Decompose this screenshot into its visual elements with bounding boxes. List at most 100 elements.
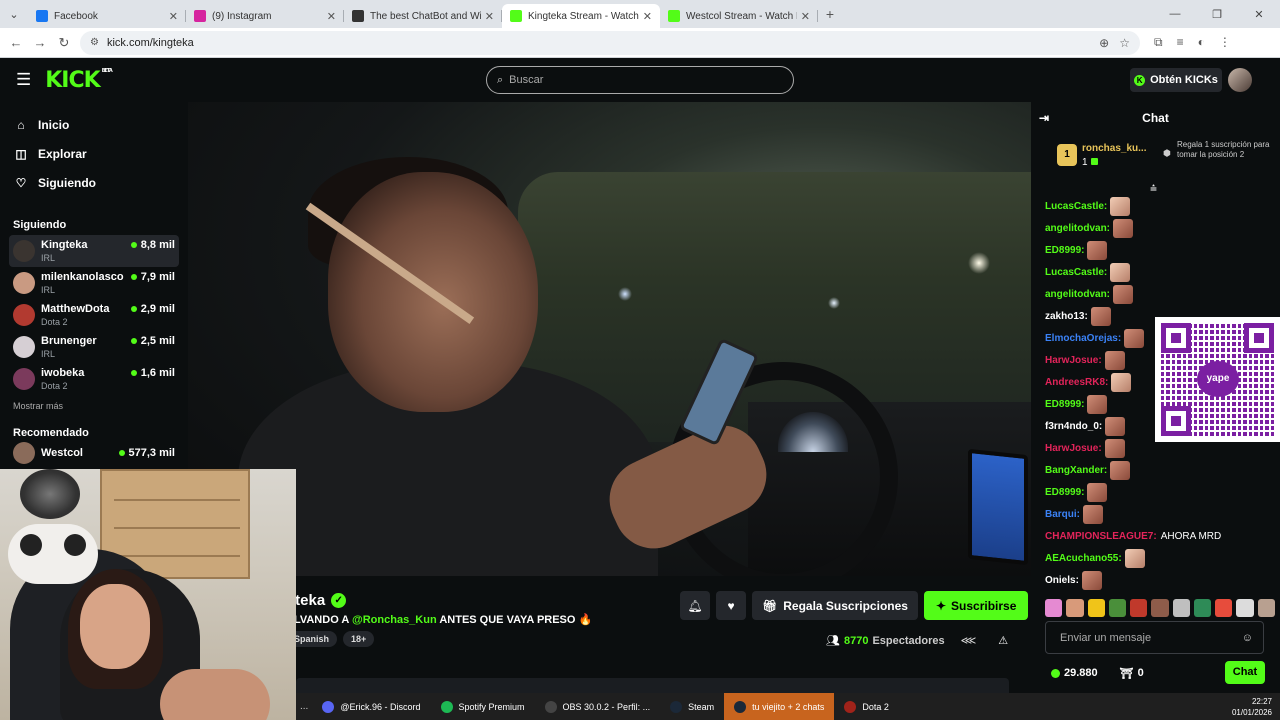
chat-username[interactable]: ED8999: <box>1045 245 1084 256</box>
system-clock[interactable]: 22:27 01/01/2026 <box>1232 696 1280 718</box>
quick-emote[interactable] <box>1151 599 1169 617</box>
quick-emote[interactable] <box>1172 599 1190 617</box>
chat-username[interactable]: CHAMPIONSLEAGUE7: <box>1045 531 1157 542</box>
quick-emote[interactable] <box>1066 599 1084 617</box>
chat-username[interactable]: ED8999: <box>1045 399 1084 410</box>
profile-icon[interactable]: ◐ <box>1198 35 1205 50</box>
channel-points[interactable]: 29.880 <box>1051 667 1098 679</box>
tab-close-icon[interactable]: ✕ <box>169 10 178 23</box>
tab-close-icon[interactable]: ✕ <box>485 10 494 23</box>
taskbar-app[interactable]: Spotify Premium <box>431 693 535 720</box>
tab-search-icon[interactable]: ⌄ <box>0 0 28 28</box>
chat-username[interactable]: f3rn4ndo_0: <box>1045 421 1102 432</box>
search-input[interactable]: ⌕ Buscar <box>486 66 794 94</box>
taskbar-app[interactable]: tu viejito + 2 chats <box>724 693 835 720</box>
os-taskbar: ... @Erick.96 - Discord Spotify Premium OB… <box>296 693 1280 720</box>
chat-username[interactable]: HarwJosue: <box>1045 443 1102 454</box>
forward-icon[interactable]: → <box>28 35 52 50</box>
quick-emote[interactable] <box>1215 599 1233 617</box>
chat-username[interactable]: AEAcuchano55: <box>1045 553 1122 564</box>
nav-item-siguiendo[interactable]: ♡ Siguiendo <box>0 168 188 197</box>
chat-username[interactable]: LucasCastle: <box>1045 267 1107 278</box>
chat-username[interactable]: Barqui: <box>1045 509 1080 520</box>
get-kicks-button[interactable]: K Obtén KICKs <box>1130 68 1222 92</box>
taskbar-app[interactable]: Steam <box>660 693 724 720</box>
tab-close-icon[interactable]: ✕ <box>327 10 336 23</box>
recommended-channel[interactable]: Westcol 577,3 mil <box>9 442 179 464</box>
user-avatar[interactable] <box>1228 68 1252 92</box>
maximize-icon[interactable]: ❐ <box>1196 8 1238 21</box>
taskbar-app[interactable]: OBS 30.0.2 - Perfil: ... <box>535 693 661 720</box>
nav-item-explorar[interactable]: ◫ Explorar <box>0 139 188 168</box>
chat-message-input[interactable]: Enviar un mensaje ☺ <box>1045 621 1264 654</box>
chat-username[interactable]: BangXander: <box>1045 465 1107 476</box>
browser-tab[interactable]: The best ChatBot and Widgets ✕ <box>344 4 502 28</box>
minimize-icon[interactable]: — <box>1154 8 1196 21</box>
chat-username[interactable]: LucasCastle: <box>1045 201 1107 212</box>
chat-username[interactable]: zakho13: <box>1045 311 1088 322</box>
sidebar-channel-brunenger[interactable]: Brunenger IRL 2,5 mil <box>9 331 179 363</box>
site-info-icon[interactable]: ⚙ <box>90 37 99 48</box>
browser-tab[interactable]: Kingteka Stream - Watch Li... ✕ <box>502 4 660 28</box>
tab-close-icon[interactable]: ✕ <box>643 10 652 23</box>
taskbar-app[interactable]: @Erick.96 - Discord <box>312 693 430 720</box>
sidebar-channel-milenkanolasco[interactable]: milenkanolasco IRL 7,9 mil <box>9 267 179 299</box>
chat-username[interactable]: Oniels: <box>1045 575 1079 586</box>
stream-tag[interactable]: 18+ <box>343 631 375 647</box>
subscribe-button[interactable]: ✦ Suscribirse <box>923 591 1029 620</box>
browser-tab[interactable]: (9) Instagram ✕ <box>186 4 344 28</box>
back-icon[interactable]: ← <box>4 35 28 50</box>
scroll-to-bottom-icon[interactable]: ⩮ <box>1150 181 1157 196</box>
taskbar-overflow-icon[interactable]: ... <box>296 701 312 712</box>
quick-emote[interactable] <box>1257 599 1275 617</box>
share-icon[interactable]: ⋘ <box>961 634 977 647</box>
leader-name[interactable]: ronchas_ku... <box>1082 143 1146 154</box>
show-more-link[interactable]: Mostrar más <box>0 401 188 419</box>
browser-tab[interactable]: Westcol Stream - Watch Live o... ✕ <box>660 4 818 28</box>
quick-emote[interactable] <box>1236 599 1254 617</box>
sidebar-channel-iwobeka[interactable]: iwobeka Dota 2 1,6 mil <box>9 363 179 395</box>
chat-username[interactable]: ED8999: <box>1045 487 1084 498</box>
quick-emote[interactable] <box>1045 599 1063 617</box>
tab-close-icon[interactable]: ✕ <box>801 10 810 23</box>
menu-icon[interactable]: ⋮ <box>1219 35 1231 50</box>
quick-emote[interactable] <box>1130 599 1148 617</box>
title-mention[interactable]: @Ronchas_Kun <box>352 614 437 626</box>
close-window-icon[interactable]: ✕ <box>1238 8 1280 21</box>
follow-heart-button[interactable]: ♥ <box>716 591 746 620</box>
chat-username[interactable]: ElmochaOrejas: <box>1045 333 1121 344</box>
media-icon[interactable]: ≡ <box>1177 35 1184 50</box>
gift-hint[interactable]: ⬢ Regala 1 suscripción para tomar la pos… <box>1163 140 1273 160</box>
quick-emote[interactable] <box>1193 599 1212 617</box>
viewer-count-text: 1,6 mil <box>140 367 175 379</box>
emoji-picker-icon[interactable]: ☺ <box>1242 632 1253 644</box>
gift-box[interactable]: ⛩︎ 0 <box>1120 667 1144 680</box>
quick-emote[interactable] <box>1087 599 1105 617</box>
bookmark-star-icon[interactable]: ☆ <box>1119 36 1130 50</box>
gift-subs-button[interactable]: 🎁︎ Regala Suscripciones <box>752 591 918 620</box>
chat-username[interactable]: angelitodvan: <box>1045 289 1110 300</box>
report-icon[interactable]: ⚠ <box>998 634 1008 647</box>
nav-item-inicio[interactable]: ⌂ Inicio <box>0 110 188 139</box>
sidebar-channel-kingteka[interactable]: Kingteka IRL 8,8 mil <box>9 235 179 267</box>
extensions-icon[interactable]: ⧉ <box>1154 35 1163 50</box>
chat-send-button[interactable]: Chat <box>1225 661 1265 684</box>
kick-logo[interactable]: KICK BETA <box>45 68 113 93</box>
quick-emote[interactable] <box>1108 599 1127 617</box>
new-tab-button[interactable]: + <box>818 6 842 22</box>
chat-username[interactable]: angelitodvan: <box>1045 223 1110 234</box>
app-icon <box>544 700 557 713</box>
collapse-chat-icon[interactable]: ⇥ <box>1039 111 1049 125</box>
chat-username[interactable]: HarwJosue: <box>1045 355 1102 366</box>
video-player[interactable] <box>188 102 1031 576</box>
sidebar-channel-matthewdota[interactable]: MatthewDota Dota 2 2,9 mil <box>9 299 179 331</box>
taskbar-app[interactable]: Dota 2 <box>834 693 899 720</box>
left-sidebar: ⌂ Inicio ◫ Explorar ♡ Siguiendo Siguiendo Kin… <box>0 102 188 472</box>
url-field[interactable]: ⚙ kick.com/kingteka ⊕ ☆ <box>80 30 1140 55</box>
browser-tab[interactable]: Facebook ✕ <box>28 4 186 28</box>
hamburger-menu-icon[interactable]: ☰ <box>16 70 31 90</box>
reload-icon[interactable]: ↻ <box>52 35 76 51</box>
notification-bell-button[interactable]: 🔔︎ <box>680 591 710 620</box>
chat-username[interactable]: AndreesRK8: <box>1045 377 1108 388</box>
zoom-icon[interactable]: ⊕ <box>1099 36 1109 50</box>
